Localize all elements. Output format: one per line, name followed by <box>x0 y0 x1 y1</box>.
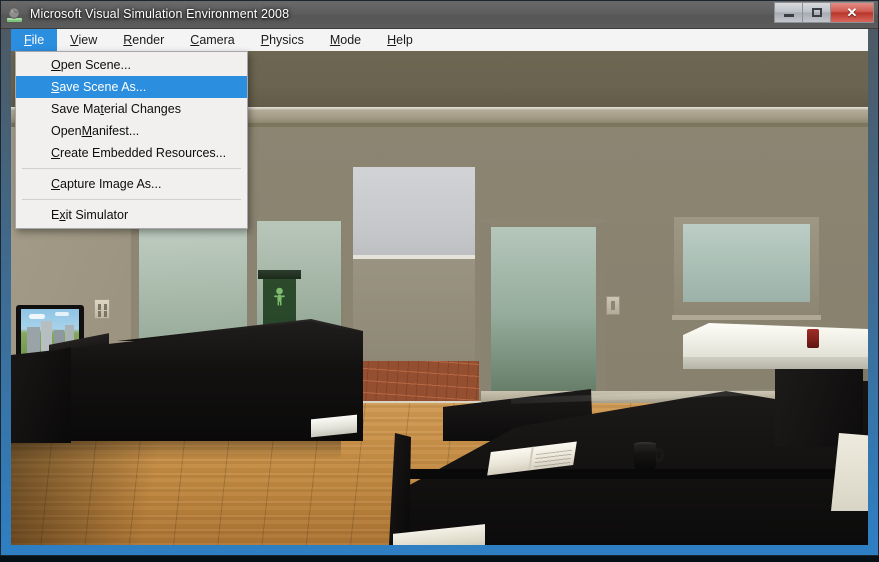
close-button[interactable]: ✕ <box>830 2 874 23</box>
maximize-button[interactable] <box>802 2 830 23</box>
title-bar[interactable]: Microsoft Visual Simulation Environment … <box>1 1 878 29</box>
file-menu-dropdown[interactable]: Open Scene... Save Scene As... Save Ma t eri… <box>15 51 248 229</box>
menu-item-open-scene[interactable]: Open Scene... <box>16 54 247 76</box>
menu-item-exit-simulator[interactable]: Ex it Simulator <box>16 204 247 226</box>
menu-item-open-manifest[interactable]: Open Manifest... <box>16 120 247 142</box>
menu-separator <box>22 199 241 200</box>
scene-white-table-edge <box>683 357 868 369</box>
scene-doorway-wall <box>353 259 475 363</box>
scene-red-cup <box>807 329 819 348</box>
window-title: Microsoft Visual Simulation Environment … <box>30 7 290 21</box>
scene-dining-table-edge <box>406 469 868 479</box>
maximize-icon <box>811 8 822 17</box>
scene-light-switch <box>606 296 620 315</box>
scene-window-sill <box>672 315 821 320</box>
title-bar-left: Microsoft Visual Simulation Environment … <box>6 3 289 25</box>
scene-banner-rod <box>258 270 301 279</box>
simulation-app-icon[interactable] <box>6 6 23 23</box>
scene-glass-mullion-4 <box>596 223 606 408</box>
scene-window-glass <box>683 224 810 302</box>
scene-tile-grout <box>349 361 479 403</box>
application-window: Microsoft Visual Simulation Environment … <box>0 0 879 556</box>
menubar-item-render[interactable]: Render <box>110 29 177 51</box>
scene-banner-figure-icon <box>273 287 286 306</box>
menu-item-save-scene-as[interactable]: Save Scene As... <box>16 76 247 98</box>
scene-glass-mullion-3 <box>481 223 491 408</box>
close-icon: ✕ <box>846 5 858 20</box>
menubar-item-mode[interactable]: Mode <box>317 29 374 51</box>
menu-item-capture-image-as[interactable]: Capture Image As... <box>16 173 247 195</box>
menu-separator <box>22 168 241 169</box>
menubar-item-physics[interactable]: Physics <box>248 29 317 51</box>
menubar-item-file[interactable]: File <box>11 29 58 51</box>
minimize-icon <box>783 14 794 17</box>
menubar-item-camera[interactable]: Camera <box>177 29 247 51</box>
minimize-button[interactable] <box>774 2 802 23</box>
menu-bar: File View Render Camera Physics Mode Help <box>11 29 868 52</box>
menubar-item-help[interactable]: Help <box>374 29 426 51</box>
menu-item-create-embedded-resources[interactable]: Create Embedded Resources... <box>16 142 247 164</box>
scene-doorway-light <box>353 167 475 257</box>
scene-coffee-mug <box>634 443 656 469</box>
menubar-item-view[interactable]: View <box>57 29 110 51</box>
window-controls: ✕ <box>774 2 874 23</box>
scene-wall-outlet-2 <box>94 299 110 319</box>
scene-mug-rim <box>634 442 656 446</box>
scene-glass-door <box>491 227 596 405</box>
scene-couch-arm <box>11 347 71 443</box>
scene-glass-header-right <box>481 219 606 225</box>
menu-item-save-material-changes[interactable]: Save Ma t erial Changes <box>16 98 247 120</box>
